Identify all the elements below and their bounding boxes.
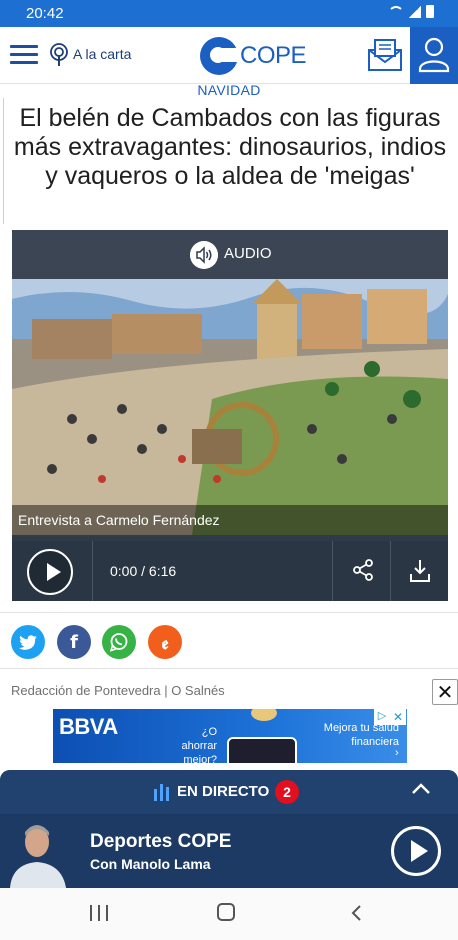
recents-icon[interactable] — [90, 905, 108, 921]
chevron-up-icon[interactable] — [410, 778, 432, 800]
twitter-share-button[interactable] — [11, 625, 45, 659]
wifi-icon — [388, 5, 404, 18]
cope-logo-text: COPE — [240, 42, 307, 69]
ad-text-left: ¿O ahorrar mejor? — [181, 726, 217, 763]
live-show-host: Con Manolo Lama — [90, 856, 211, 872]
audio-caption-text: Entrevista a Carmelo Fernández — [18, 512, 220, 528]
adchoices-icon[interactable]: ▷ — [374, 709, 390, 725]
nativity-scene-image — [12, 279, 448, 535]
live-count-badge: 2 — [275, 780, 299, 804]
cope-logo[interactable]: COPE — [200, 37, 307, 75]
menu-icon[interactable] — [10, 45, 38, 65]
live-bars-icon — [154, 784, 170, 801]
whatsapp-icon — [109, 633, 128, 652]
status-bar: 20:42 — [0, 0, 458, 27]
user-account-button[interactable] — [410, 27, 458, 84]
audio-time: 0:00 / 6:16 — [110, 563, 177, 579]
social-share-row: f ꬲ — [0, 612, 458, 659]
player-divider — [332, 541, 333, 601]
divider — [0, 668, 458, 669]
system-nav-bar — [0, 888, 458, 940]
podcast-icon[interactable] — [49, 43, 69, 67]
side-edge — [0, 98, 4, 224]
ad-coin-graphic — [251, 709, 277, 721]
article-author: Redacción de Pontevedra | O Salnés — [11, 683, 225, 698]
section-label[interactable]: NAVIDAD — [0, 82, 458, 98]
share-icon[interactable] — [352, 559, 374, 581]
close-ad-button[interactable]: ✕ — [432, 679, 458, 705]
facebook-share-button[interactable]: f — [57, 625, 91, 659]
audio-header: AUDIO — [12, 230, 448, 279]
ad-brand: BBVA — [59, 714, 118, 739]
audio-label: AUDIO — [224, 245, 272, 262]
twitter-icon — [19, 634, 37, 650]
ad-close-icon[interactable]: ✕ — [390, 709, 406, 725]
battery-icon — [426, 5, 434, 18]
ad-banner[interactable]: BBVA ¿O ahorrar mejor? Mejora tu salud f… — [53, 709, 407, 763]
status-time: 20:42 — [26, 5, 64, 22]
player-divider — [390, 541, 391, 601]
live-show: Deportes COPE Con Manolo Lama — [0, 814, 458, 888]
app-header: A la carta COPE — [0, 27, 458, 84]
live-play-button[interactable] — [391, 826, 441, 876]
newsletter-icon[interactable] — [367, 38, 403, 72]
download-icon[interactable] — [408, 558, 432, 584]
meneame-icon: ꬲ — [161, 633, 169, 654]
ad-text-right: Mejora tu salud financiera — [323, 722, 399, 748]
facebook-icon: f — [70, 631, 78, 653]
cope-logo-mark — [200, 37, 238, 75]
ad-phone-graphic — [227, 737, 297, 763]
user-icon — [418, 37, 450, 73]
home-icon[interactable] — [217, 903, 235, 921]
ad-arrow-icon: › — [395, 747, 399, 759]
live-label: EN DIRECTO — [177, 783, 270, 800]
meneame-share-button[interactable]: ꬲ — [148, 625, 182, 659]
host-avatar — [2, 814, 72, 888]
live-show-name: Deportes COPE — [90, 831, 232, 852]
speaker-icon — [190, 241, 218, 269]
article-title: El belén de Cambados con las figuras más… — [13, 104, 447, 190]
status-icons — [388, 5, 434, 18]
audio-player: 0:00 / 6:16 — [12, 541, 448, 601]
live-panel: EN DIRECTO 2 Deportes COPE Con Manolo La… — [0, 770, 458, 888]
player-divider — [92, 541, 93, 601]
close-icon: ✕ — [436, 681, 454, 704]
signal-icon — [409, 5, 421, 18]
audio-card: AUDIO Entrevista a Carmelo Fernández 0:0… — [12, 230, 448, 601]
back-icon[interactable] — [347, 903, 367, 923]
play-button[interactable] — [27, 549, 73, 595]
a-la-carta-link[interactable]: A la carta — [73, 46, 131, 62]
audio-caption: Entrevista a Carmelo Fernández — [12, 505, 448, 535]
live-header[interactable]: EN DIRECTO 2 — [0, 770, 458, 814]
whatsapp-share-button[interactable] — [102, 625, 136, 659]
